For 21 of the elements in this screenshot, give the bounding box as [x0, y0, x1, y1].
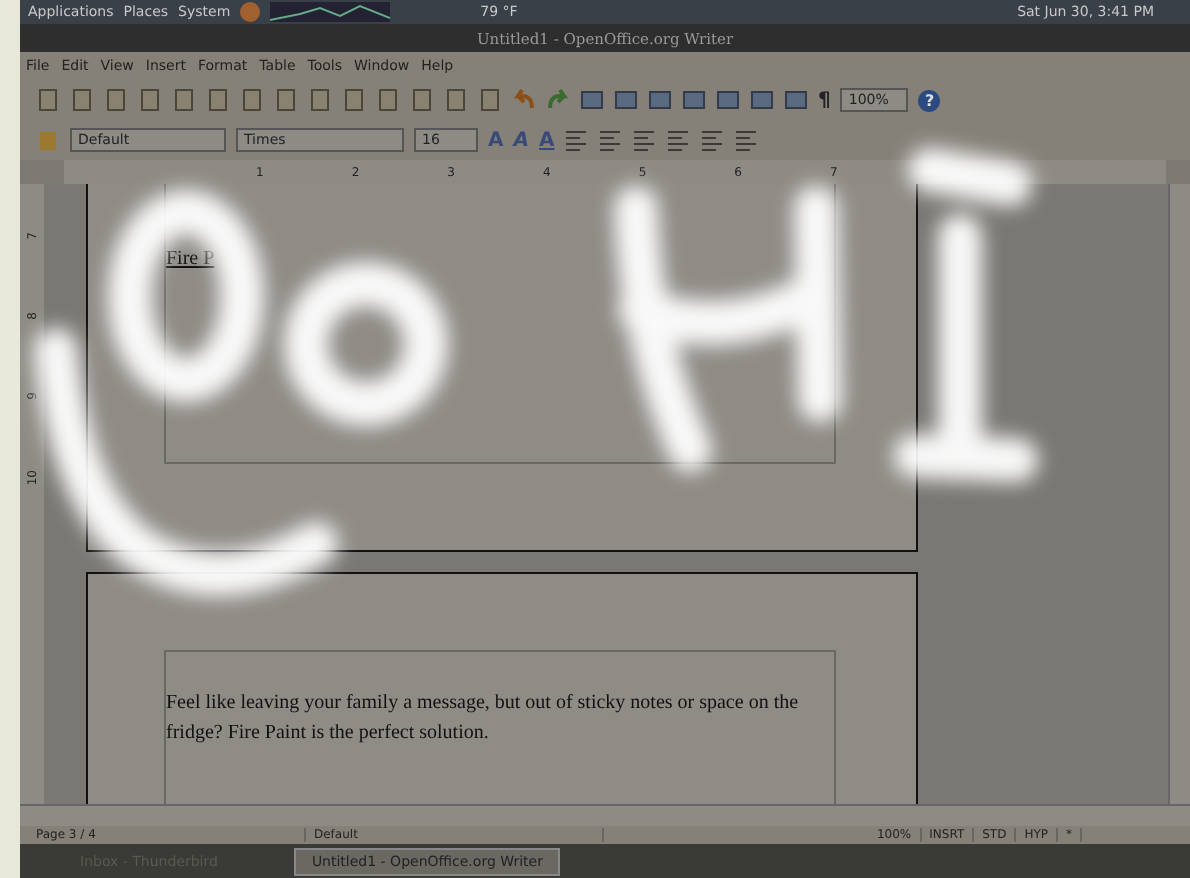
text-style-button[interactable]: A: [539, 129, 555, 151]
document-icon[interactable]: [36, 88, 60, 112]
align-lines-icon[interactable]: [598, 128, 623, 152]
formatting-marks-button[interactable]: ¶: [818, 89, 831, 111]
undo-arrow-icon[interactable]: [512, 88, 536, 112]
document-text: Fire P: [166, 246, 217, 274]
align-lines-icon[interactable]: [632, 128, 657, 152]
text-style-button[interactable]: A: [488, 129, 504, 151]
document-icon[interactable]: [172, 88, 196, 112]
align-lines-icon[interactable]: [564, 128, 589, 152]
document-text: Feel like leaving your family a message, but out of sticky notes or space on the fridge? Fire Paint is the perfect solution.: [166, 690, 801, 748]
text-style-button[interactable]: A: [513, 129, 529, 151]
document-icon[interactable]: [206, 88, 230, 112]
document-icon[interactable]: [274, 88, 298, 112]
vertical-scrollbar[interactable]: [1168, 184, 1190, 804]
redo-arrow-icon[interactable]: [546, 88, 570, 112]
align-lines-icon[interactable]: [734, 128, 759, 152]
help-button[interactable]: ?: [918, 89, 941, 111]
align-lines-icon[interactable]: [666, 128, 691, 152]
align-lines-icon[interactable]: [700, 128, 725, 152]
horizontal-scrollbar[interactable]: [20, 804, 1190, 826]
